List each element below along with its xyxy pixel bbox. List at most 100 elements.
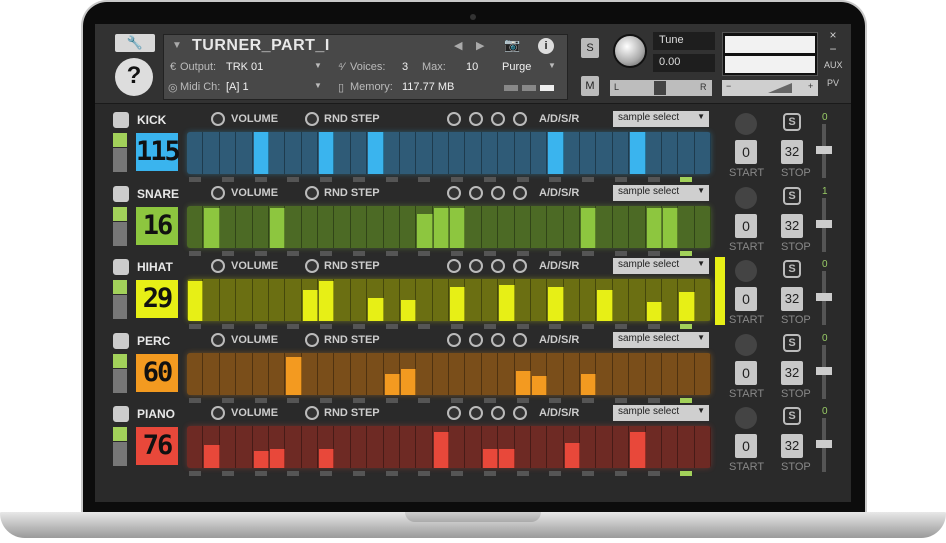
stop-step-value[interactable]: 32 <box>781 213 803 238</box>
rnd-step-knob[interactable] <box>305 332 319 347</box>
step-cell[interactable] <box>547 426 564 468</box>
step-cell[interactable] <box>482 132 499 174</box>
step-cell[interactable] <box>695 279 711 321</box>
step-cell[interactable] <box>253 279 269 321</box>
step-cell[interactable] <box>187 205 204 248</box>
step-cell[interactable] <box>547 352 564 395</box>
step-cell[interactable] <box>662 426 679 468</box>
step-cell[interactable] <box>269 279 286 321</box>
step-bar[interactable] <box>433 432 449 468</box>
step-cell[interactable] <box>400 205 417 248</box>
step-cell[interactable] <box>449 426 466 468</box>
step-cell[interactable] <box>465 352 482 395</box>
step-cell[interactable] <box>416 352 433 395</box>
step-cell[interactable] <box>416 426 433 468</box>
step-bar[interactable] <box>400 300 417 321</box>
record-button[interactable] <box>735 407 757 429</box>
step-cell[interactable] <box>236 426 253 468</box>
output-dropdown-icon[interactable]: ▼ <box>314 61 322 70</box>
step-bar[interactable] <box>368 297 384 321</box>
step-cell[interactable] <box>695 132 711 174</box>
dice-icon[interactable] <box>113 259 129 275</box>
step-cell[interactable] <box>662 279 679 321</box>
sample-s-icon[interactable]: S <box>783 333 801 352</box>
step-bar[interactable] <box>384 373 400 395</box>
step-cell[interactable] <box>580 132 597 174</box>
adsr-knob[interactable] <box>513 259 527 273</box>
step-cell[interactable] <box>678 426 695 468</box>
step-cell[interactable] <box>334 279 351 321</box>
tune-value[interactable]: 0.00 <box>653 54 715 72</box>
sample-select[interactable]: sample select ▼ <box>613 331 709 348</box>
step-bar[interactable] <box>548 132 564 174</box>
step-cell[interactable] <box>334 426 351 468</box>
step-bar[interactable] <box>515 371 531 395</box>
step-cell[interactable] <box>678 205 695 248</box>
step-cell[interactable] <box>580 279 597 321</box>
step-cell[interactable] <box>613 279 630 321</box>
close-icon[interactable]: × <box>824 28 842 42</box>
record-button[interactable] <box>735 186 757 209</box>
volume-knob[interactable] <box>211 406 225 420</box>
step-cell[interactable] <box>351 205 368 248</box>
step-bar[interactable] <box>188 281 204 321</box>
step-bar[interactable] <box>531 375 548 395</box>
volume-slider[interactable]: − + <box>722 80 818 96</box>
rnd-step-knob[interactable] <box>305 185 319 200</box>
tune-knob[interactable] <box>613 34 647 68</box>
sample-s-icon[interactable]: S <box>783 113 801 131</box>
step-sequencer-grid[interactable] <box>187 279 711 321</box>
step-cell[interactable] <box>596 352 613 395</box>
start-step-value[interactable]: 0 <box>735 360 757 385</box>
step-sequencer-grid[interactable] <box>187 132 711 174</box>
step-cell[interactable] <box>531 205 548 248</box>
step-cell[interactable] <box>465 426 482 468</box>
step-cell[interactable] <box>220 426 237 468</box>
step-cell[interactable] <box>269 132 286 174</box>
step-cell[interactable] <box>220 352 237 395</box>
sample-select[interactable]: sample select ▼ <box>613 184 709 201</box>
step-cell[interactable] <box>285 279 302 321</box>
stop-step-value[interactable]: 32 <box>781 140 803 164</box>
step-cell[interactable] <box>678 132 695 174</box>
info-icon[interactable]: i <box>538 38 554 54</box>
adsr-knob[interactable] <box>491 185 505 200</box>
step-cell[interactable] <box>564 132 580 174</box>
adsr-knob[interactable] <box>491 259 505 273</box>
step-cell[interactable] <box>629 279 646 321</box>
step-cell[interactable] <box>400 426 417 468</box>
step-cell[interactable] <box>318 352 335 395</box>
step-cell[interactable] <box>613 205 630 248</box>
step-sequencer-grid[interactable] <box>187 205 711 248</box>
dice-icon[interactable] <box>113 332 129 349</box>
track-enable-indicator[interactable] <box>113 133 127 147</box>
step-cell[interactable] <box>547 205 564 248</box>
dice-icon[interactable] <box>113 406 129 422</box>
step-cell[interactable] <box>678 352 695 395</box>
step-bar[interactable] <box>433 207 449 248</box>
camera-icon[interactable]: 📷 <box>504 37 520 53</box>
pv-button[interactable]: PV <box>824 78 842 88</box>
track-step-number[interactable]: 16 <box>136 206 178 245</box>
step-cell[interactable] <box>646 426 662 468</box>
sample-select[interactable]: sample select ▼ <box>613 111 709 127</box>
step-bar[interactable] <box>679 291 695 321</box>
adsr-knob[interactable] <box>447 259 461 273</box>
output-select[interactable]: TRK 01 <box>226 61 263 73</box>
step-cell[interactable] <box>416 279 433 321</box>
step-bar[interactable] <box>319 281 335 321</box>
stop-step-value[interactable]: 32 <box>781 434 803 458</box>
step-bar[interactable] <box>400 369 417 395</box>
solo-button[interactable]: S <box>581 38 599 58</box>
step-cell[interactable] <box>482 352 499 395</box>
track-step-number[interactable]: 29 <box>136 280 178 318</box>
step-cell[interactable] <box>384 132 400 174</box>
step-cell[interactable] <box>334 352 351 395</box>
step-cell[interactable] <box>416 132 433 174</box>
step-cell[interactable] <box>531 426 548 468</box>
prev-instrument-icon[interactable]: ◀ <box>454 39 462 52</box>
step-bar[interactable] <box>253 132 269 174</box>
step-cell[interactable] <box>334 205 351 248</box>
dice-icon[interactable] <box>113 112 129 128</box>
step-cell[interactable] <box>302 132 318 174</box>
